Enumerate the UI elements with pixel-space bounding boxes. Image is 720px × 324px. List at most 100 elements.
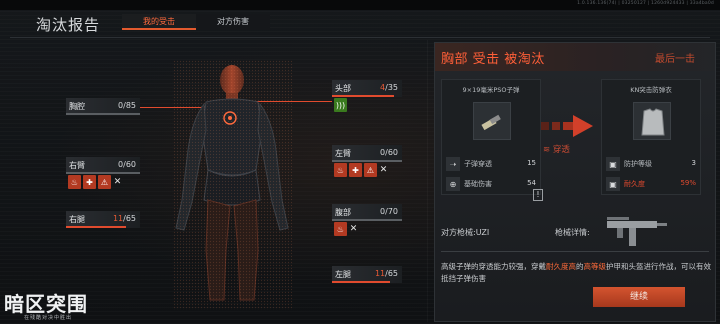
uzi-weapon-icon[interactable] xyxy=(603,211,673,251)
bleeding-icon[interactable]: ♨ xyxy=(334,163,347,177)
ammo-damage-value: 54 xyxy=(527,179,536,187)
tip-part-1: 高级子弹的穿透能力较强，穿戴 xyxy=(441,262,546,271)
left-leg-current: 11 xyxy=(374,269,386,278)
penetration-label: ≋ 穿透 xyxy=(543,145,570,155)
pain-icon[interactable]: ⚠ xyxy=(364,163,377,177)
ammo-damage-label: 基础伤害 xyxy=(464,180,492,188)
stat-chest: 胸腔 0/85 xyxy=(66,98,140,115)
vest-icon: ▣ xyxy=(606,157,620,171)
close-icon[interactable]: ✕ xyxy=(349,222,358,236)
tab-my-hits[interactable]: 我的受击 xyxy=(122,14,196,30)
top-bar: 1.0.136.136(74) | 03250127 | 1260d924433… xyxy=(0,0,720,10)
ammo-penetration-row: ➝ 子弹穿透 15 xyxy=(444,156,540,172)
stat-left-arm: 左臂 0/60 xyxy=(332,145,402,162)
arrow-right-icon xyxy=(541,115,593,137)
detail-divider xyxy=(441,251,709,252)
ammo-thumbnail xyxy=(473,102,511,140)
logo-subtitle: 在残酷对决中胜出 xyxy=(24,315,73,321)
right-arm-bar xyxy=(66,172,140,174)
chest-max: /85 xyxy=(123,101,136,110)
enemy-weapon-label: 对方枪械:UZI xyxy=(441,228,490,237)
left-leg-label: 左腿 xyxy=(335,270,351,279)
bleeding-icon[interactable]: ♨ xyxy=(68,175,81,189)
screen-root: 1.0.136.136(74) | 03250127 | 1260d924433… xyxy=(0,0,720,324)
body-silhouette xyxy=(172,60,292,310)
armor-durability-label: 耐久度 xyxy=(624,180,645,188)
close-icon[interactable]: ✕ xyxy=(113,175,122,189)
close-icon[interactable]: ✕ xyxy=(379,163,388,177)
abdomen-label: 腹部 xyxy=(335,208,351,217)
header-divider xyxy=(10,37,710,38)
weapon-detail-link[interactable]: 枪械详情: xyxy=(555,227,590,238)
ammo-penetration-label: 子弹穿透 xyxy=(464,160,492,168)
crosshair-icon: ⊕ xyxy=(446,177,460,191)
chest-value: 0/85 xyxy=(118,101,136,110)
right-leg-label: 右腿 xyxy=(69,215,85,224)
armor-class-value: 3 xyxy=(691,159,696,167)
right-arm-value: 0/60 xyxy=(118,160,136,169)
chest-bar xyxy=(66,113,140,115)
continue-button[interactable]: 继续 xyxy=(593,287,685,307)
stat-abdomen: 腹部 0/70 xyxy=(332,204,402,221)
fracture-icon[interactable]: ✚ xyxy=(349,163,362,177)
pain-icon[interactable]: ⚠ xyxy=(98,175,111,189)
armor-durability-row: ▣ 耐久度 59% xyxy=(604,176,700,192)
detail-header: 胸部 受击 被淘汰 最后一击 xyxy=(435,43,715,71)
armor-durability-value: 59% xyxy=(680,179,696,187)
abdomen-bar xyxy=(332,219,402,221)
left-arm-label: 左臂 xyxy=(335,149,351,158)
logo-text: 暗区突围 xyxy=(4,292,88,316)
left-arm-value: 0/60 xyxy=(380,148,398,157)
tip-highlight-durability: 耐久度高 xyxy=(546,262,576,271)
vest-image-icon xyxy=(641,108,665,136)
left-arm-max: /60 xyxy=(385,148,398,157)
ammo-card[interactable]: 9×19毫米PSO子弹 ➝ 子弹穿透 15 ⊕ 基础伤害 54 xyxy=(441,79,541,195)
bullet-penetration-icon: ➝ xyxy=(446,157,460,171)
game-logo: 暗区突围 在残酷对决中胜出 xyxy=(4,288,114,322)
bleeding-icon[interactable]: ♨ xyxy=(334,222,347,236)
left-arm-status-icons: ♨ ✚ ⚠ ✕ xyxy=(334,163,388,179)
left-leg-max: /65 xyxy=(385,269,398,278)
body-figure xyxy=(172,60,292,310)
last-hit-label: 最后一击 xyxy=(655,54,695,65)
left-arm-bar xyxy=(332,160,402,162)
vest-durability-icon: ▣ xyxy=(606,177,620,191)
right-leg-current: 11 xyxy=(112,214,124,223)
armor-card[interactable]: KN突击防弹衣 ▣ 防护等级 3 ▣ 耐久度 59% xyxy=(601,79,701,195)
abdomen-status-icons: ♨ ✕ xyxy=(334,222,358,238)
left-leg-value: 11/65 xyxy=(375,269,398,278)
head-max: /35 xyxy=(385,83,398,92)
head-value: 4/35 xyxy=(380,83,398,92)
detail-title: 胸部 受击 被淘汰 xyxy=(441,52,545,67)
right-arm-status-icons: ♨ ✚ ⚠ ✕ xyxy=(68,175,122,191)
kill-detail-panel: 胸部 受击 被淘汰 最后一击 9×19毫米PSO子弹 ➝ 子弹穿透 15 ⊕ 基… xyxy=(434,42,716,322)
tab-enemy-damage[interactable]: 对方伤害 xyxy=(196,14,270,30)
version-text: 1.0.136.136(74) | 03250127 | 1260d924433… xyxy=(577,1,714,6)
head-bar xyxy=(332,95,394,97)
ammo-damage-row: ⊕ 基础伤害 54 xyxy=(444,176,540,192)
right-leg-max: /65 xyxy=(123,214,136,223)
stat-head: 头部 4/35 xyxy=(332,80,402,97)
bullet-icon xyxy=(481,114,501,131)
armor-thumbnail xyxy=(633,102,671,140)
page-title: 淘汰报告 xyxy=(36,16,101,34)
tip-part-2: 的 xyxy=(576,262,584,271)
head-label: 头部 xyxy=(335,84,351,93)
armor-class-row: ▣ 防护等级 3 xyxy=(604,156,700,172)
armor-class-label: 防护等级 xyxy=(624,160,652,168)
right-arm-max: /60 xyxy=(123,160,136,169)
armor-name: KN突击防弹衣 xyxy=(630,86,672,94)
head-status-icons: ))) xyxy=(334,98,347,114)
right-arm-label: 右臂 xyxy=(69,161,85,170)
stat-right-arm: 右臂 0/60 xyxy=(66,157,140,174)
stat-left-leg: 左腿 11/65 xyxy=(332,266,402,283)
ammo-name: 9×19毫米PSO子弹 xyxy=(462,86,520,94)
tip-highlight-level: 高等级 xyxy=(583,262,607,271)
info-icon[interactable]: ! xyxy=(533,189,543,201)
left-leg-bar xyxy=(332,281,390,283)
abdomen-value: 0/70 xyxy=(380,207,398,216)
right-leg-bar xyxy=(66,226,126,228)
hearing-icon[interactable]: ))) xyxy=(334,98,347,112)
fracture-icon[interactable]: ✚ xyxy=(83,175,96,189)
right-leg-value: 11/65 xyxy=(113,214,136,223)
